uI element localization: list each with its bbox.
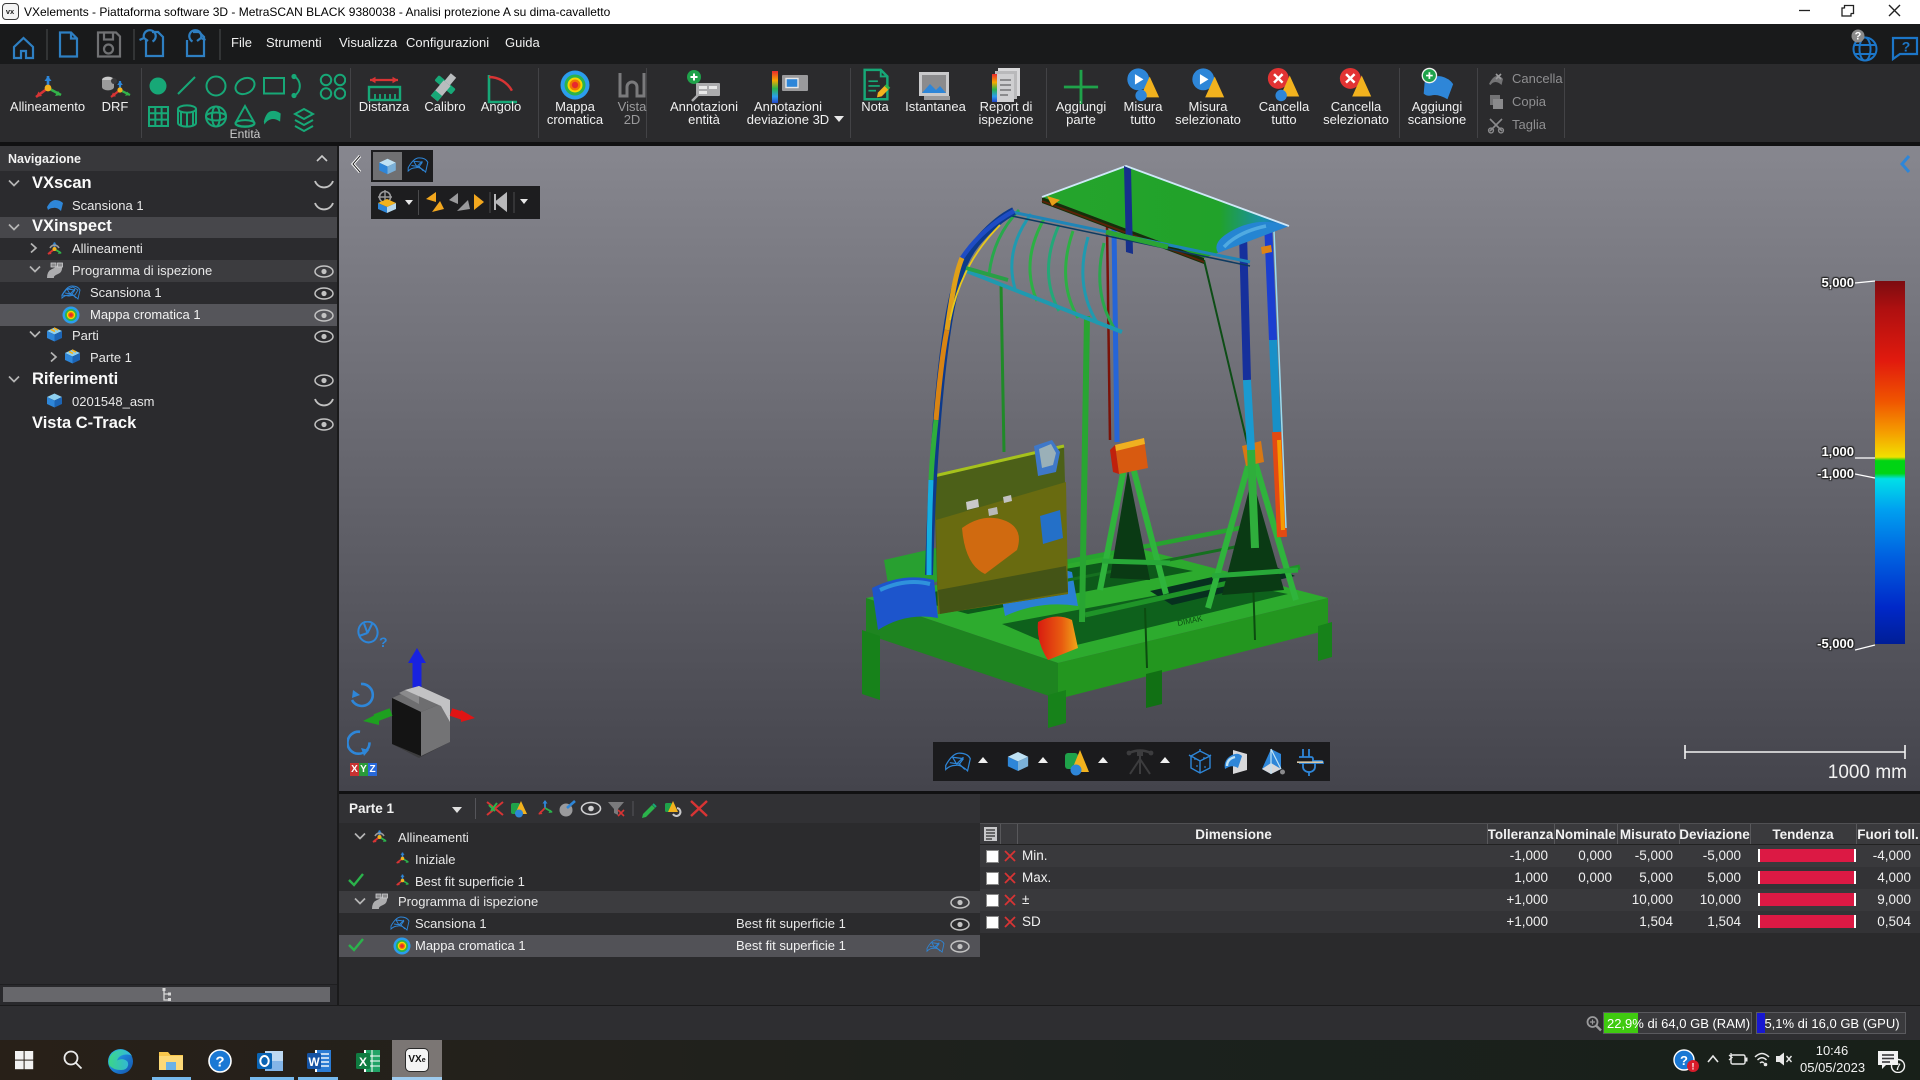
- svg-text:W: W: [308, 1055, 320, 1069]
- svg-text:7: 7: [1895, 1062, 1900, 1073]
- svg-text:vx: vx: [6, 7, 15, 16]
- svg-text:?: ?: [215, 1054, 224, 1071]
- svg-text:?: ?: [1855, 31, 1862, 43]
- svg-text:!: !: [1692, 1062, 1695, 1072]
- svg-text:?: ?: [1680, 1053, 1688, 1068]
- svg-text:X: X: [359, 1055, 367, 1069]
- svg-text:?: ?: [1902, 39, 1911, 55]
